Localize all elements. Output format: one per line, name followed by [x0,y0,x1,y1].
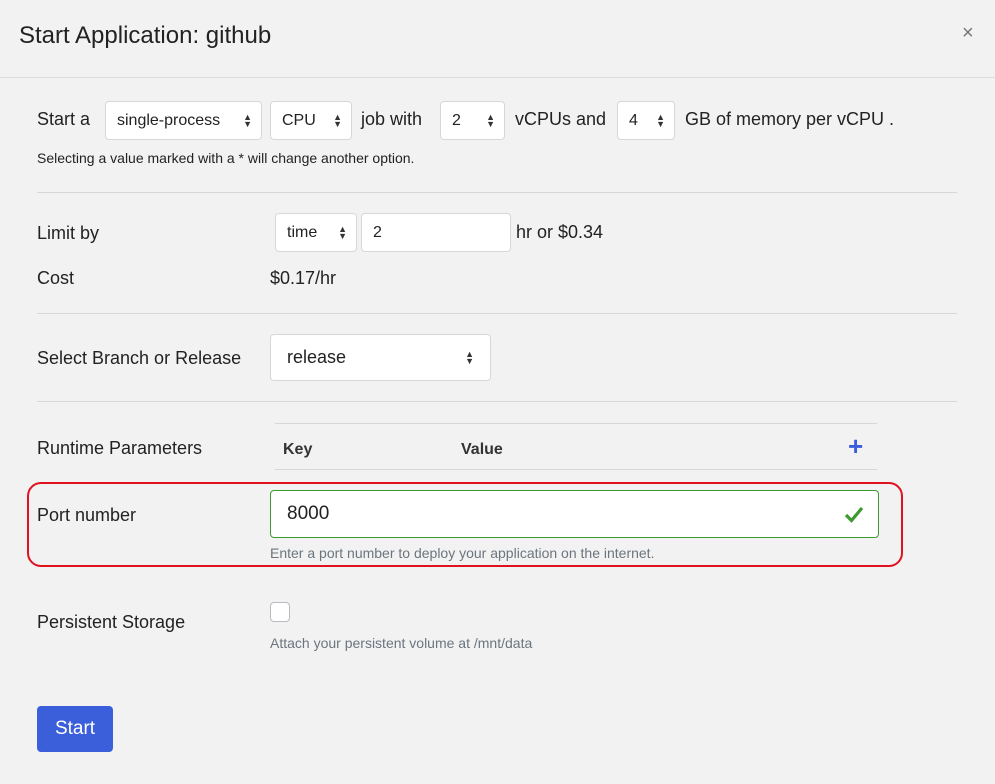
branch-label: Select Branch or Release [37,348,242,368]
branch-value: release [287,347,347,367]
vcpu-select[interactable]: 2 ▲ ▼ [440,101,505,140]
sort-icon: ▲ ▼ [486,111,495,129]
storage-label: Persistent Storage [37,612,186,632]
header-divider [0,77,995,78]
start-button[interactable]: Start [37,706,113,752]
device-select[interactable]: CPU ▲ ▼ [270,101,352,140]
divider [37,313,957,314]
job-prefix: Start a [37,109,91,129]
value-header: Value [461,441,503,458]
cost-value: $0.17/hr [270,268,337,288]
close-icon[interactable]: × [962,22,974,45]
storage-help: Attach your persistent volume at /mnt/da… [270,635,533,651]
limit-suffix: hr or $0.34 [516,222,604,242]
add-parameter-icon[interactable]: + [848,431,863,462]
job-with-text: job with [361,109,423,129]
process-value: single-process [117,111,221,129]
modal-title: Start Application: github [19,22,272,49]
sort-icon: ▲ ▼ [656,111,665,129]
port-label: Port number [37,505,137,525]
cost-label: Cost [37,268,75,288]
sort-icon: ▲ ▼ [333,111,342,129]
sort-icon: ▲ ▼ [338,223,347,241]
sort-icon: ▲ ▼ [243,111,252,129]
memory-suffix: GB of memory per vCPU . [685,109,895,129]
vcpus-and-text: vCPUs and [515,109,607,129]
divider [37,401,957,402]
vcpu-value: 2 [452,111,461,129]
limit-type-select[interactable]: time ▲ ▼ [275,213,357,252]
process-select[interactable]: single-process ▲ ▼ [105,101,262,140]
limit-value-input[interactable]: 2 [361,213,511,252]
memory-value: 4 [629,111,638,129]
storage-checkbox[interactable] [270,602,290,622]
port-help: Enter a port number to deploy your appli… [270,545,655,561]
device-value: CPU [282,111,316,129]
limit-label: Limit by [37,223,100,243]
key-header: Key [283,441,313,458]
check-icon [844,506,864,523]
runtime-table-top [275,423,877,424]
branch-select[interactable]: release ▲ ▼ [270,334,491,381]
port-value: 8000 [287,503,330,524]
sort-icon: ▲ ▼ [465,348,474,366]
memory-select[interactable]: 4 ▲ ▼ [617,101,675,140]
port-input[interactable]: 8000 [270,490,879,538]
job-note: Selecting a value marked with a * will c… [37,150,415,166]
runtime-table-bottom [275,469,877,470]
divider [37,192,957,193]
limit-type-value: time [287,223,318,241]
runtime-label: Runtime Parameters [37,438,203,458]
